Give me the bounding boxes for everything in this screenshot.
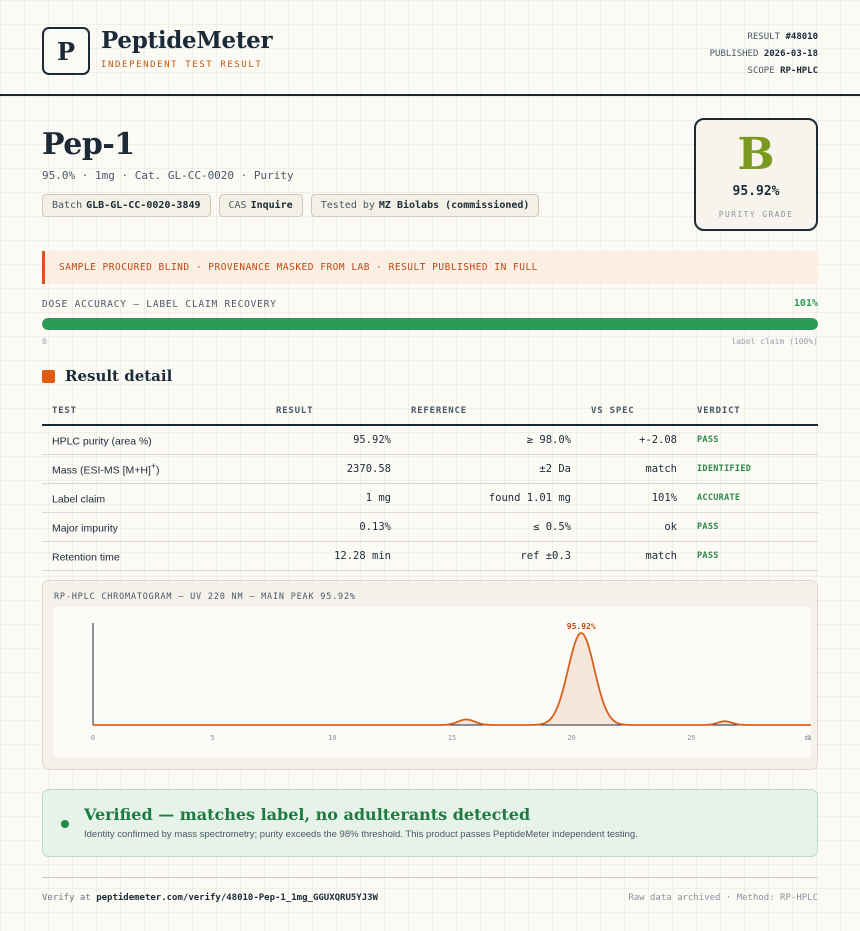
cell-verdict: IDENTIFIED <box>687 454 818 484</box>
cell-test: Label claim <box>42 483 266 513</box>
verified-text: Identity confirmed by mass spectrometry;… <box>84 829 638 840</box>
verification-panel: Verified — matches label, no adulterants… <box>42 789 818 857</box>
footer-verify: Verify at peptidemeter.com/verify/48010-… <box>42 893 378 903</box>
header-divider <box>0 94 860 96</box>
cell-vs-spec: 101% <box>581 483 687 513</box>
product-chips: Batch GLB-GL-CC-0020-3849 CAS Inquire Test… <box>42 194 540 217</box>
cell-verdict: ACCURATE <box>687 483 818 513</box>
x-tick-label: 25 <box>687 734 695 742</box>
x-tick-label: 20 <box>567 734 575 742</box>
verified-dot-icon <box>61 820 69 828</box>
dose-accuracy-label: DOSE ACCURACY — LABEL CLAIM RECOVERY <box>42 299 277 310</box>
table-row: Label claim 1 mg found 1.01 mg 101% ACCU… <box>42 483 818 513</box>
scope-line: SCOPE RP-HPLC <box>747 66 818 76</box>
brand-logo: P <box>42 27 90 75</box>
cell-result: 12.28 min <box>266 541 401 571</box>
cell-verdict: PASS <box>687 512 818 542</box>
grade-letter: B <box>737 129 775 180</box>
table-row: Mass (ESI-MS [M+H]+) 2370.58 ±2 Da match… <box>42 454 818 484</box>
cell-test: HPLC purity (area %) <box>42 425 266 455</box>
published-line: PUBLISHED 2026-03-18 <box>709 49 818 59</box>
cell-result: 2370.58 <box>266 454 401 484</box>
chromatogram-title: RP-HPLC CHROMATOGRAM — UV 220 NM — MAIN … <box>54 592 356 602</box>
footer-divider <box>42 877 818 878</box>
col-header-vs-spec: VS SPEC <box>581 398 687 426</box>
dose-accuracy-fill <box>42 318 818 330</box>
cell-test: Retention time <box>42 541 266 571</box>
col-header-test: TEST <box>42 398 266 426</box>
cell-test: Major impurity <box>42 512 266 542</box>
cell-verdict: PASS <box>687 425 818 455</box>
product-title: Pep-1 <box>42 127 135 162</box>
cell-result: 0.13% <box>266 512 401 542</box>
section-title-result-detail: Result detail <box>65 367 173 385</box>
purity-grade-card: B 95.92% PURITY GRADE <box>694 118 818 231</box>
dose-max-label: label claim (100%) <box>731 337 818 346</box>
provenance-banner: SAMPLE PROCURED BLIND · PROVENANCE MASKE… <box>42 251 818 284</box>
col-header-verdict: VERDICT <box>687 398 818 426</box>
cell-reference: found 1.01 mg <box>401 483 581 513</box>
cas-chip: CAS Inquire <box>218 194 303 217</box>
result-id: #48010 <box>785 32 818 42</box>
verify-link[interactable]: peptidemeter.com/verify/48010-Pep-1_1mg_… <box>96 893 378 903</box>
cell-reference: ≤ 0.5% <box>401 512 581 542</box>
section-marker-icon <box>42 370 55 383</box>
cell-vs-spec: match <box>581 541 687 571</box>
batch-chip: Batch GLB-GL-CC-0020-3849 <box>42 194 211 217</box>
result-id-line: RESULT #48010 <box>747 32 818 42</box>
peak-data-label: 95.92% <box>567 622 596 631</box>
col-header-reference: REFERENCE <box>401 398 581 426</box>
tested-by-chip: Tested by MZ Biolabs (commissioned) <box>310 194 540 217</box>
chromatogram-card: RP-HPLC CHROMATOGRAM — UV 220 NM — MAIN … <box>42 580 818 770</box>
cell-reference: ±2 Da <box>401 454 581 484</box>
x-tick-label: 5 <box>211 734 215 742</box>
footer-method: Raw data archived · Method: RP-HPLC <box>628 893 818 903</box>
dose-min-label: 0 <box>42 337 47 346</box>
table-row: Retention time 12.28 min ref ±0.3 match … <box>42 541 818 571</box>
x-tick-label: 0 <box>91 734 95 742</box>
col-header-result: RESULT <box>266 398 401 426</box>
cell-verdict: PASS <box>687 541 818 571</box>
cell-vs-spec: match <box>581 454 687 484</box>
published-date: 2026-03-18 <box>763 49 818 59</box>
table-row: Major impurity 0.13% ≤ 0.5% ok PASS <box>42 512 818 542</box>
table-row: HPLC purity (area %) 95.92% ≥ 98.0% +-2.… <box>42 425 818 455</box>
cell-reference: ref ±0.3 <box>401 541 581 571</box>
x-tick-label: 15 <box>448 734 456 742</box>
product-specs: 95.0% · 1mg · Cat. GL-CC-0020 · Purity <box>42 169 294 182</box>
x-axis-unit-label: min <box>805 734 811 742</box>
cell-result: 95.92% <box>266 425 401 455</box>
x-tick-label: 10 <box>328 734 336 742</box>
table-header-row: TEST RESULT REFERENCE VS SPEC VERDICT <box>42 398 818 426</box>
dose-accuracy-value: 101% <box>793 298 818 309</box>
chromatogram-plot: 051015202530min95.92% <box>53 607 817 757</box>
result-table: TEST RESULT REFERENCE VS SPEC VERDICT HP… <box>42 398 818 571</box>
grade-label: PURITY GRADE <box>718 210 794 219</box>
result-meta: RESULT #48010 PUBLISHED 2026-03-18 SCOPE… <box>710 29 818 80</box>
brand-tagline: INDEPENDENT TEST RESULT <box>101 60 263 70</box>
grade-value: 95.92% <box>732 184 780 199</box>
cell-result: 1 mg <box>266 483 401 513</box>
scope-value: RP-HPLC <box>780 66 818 76</box>
brand-name: PeptideMeter <box>101 27 273 54</box>
cell-reference: ≥ 98.0% <box>401 425 581 455</box>
cell-vs-spec: ok <box>581 512 687 542</box>
verified-title: Verified — matches label, no adulterants… <box>84 805 531 824</box>
cell-vs-spec: +-2.08 <box>581 425 687 455</box>
chromatogram-series-line <box>93 632 811 726</box>
dose-accuracy-bar <box>42 318 818 330</box>
chromatogram-area-fill <box>93 633 811 725</box>
cell-test: Mass (ESI-MS [M+H]+) <box>42 454 266 484</box>
chromatogram-svg: 051015202530min95.92% <box>91 622 817 742</box>
